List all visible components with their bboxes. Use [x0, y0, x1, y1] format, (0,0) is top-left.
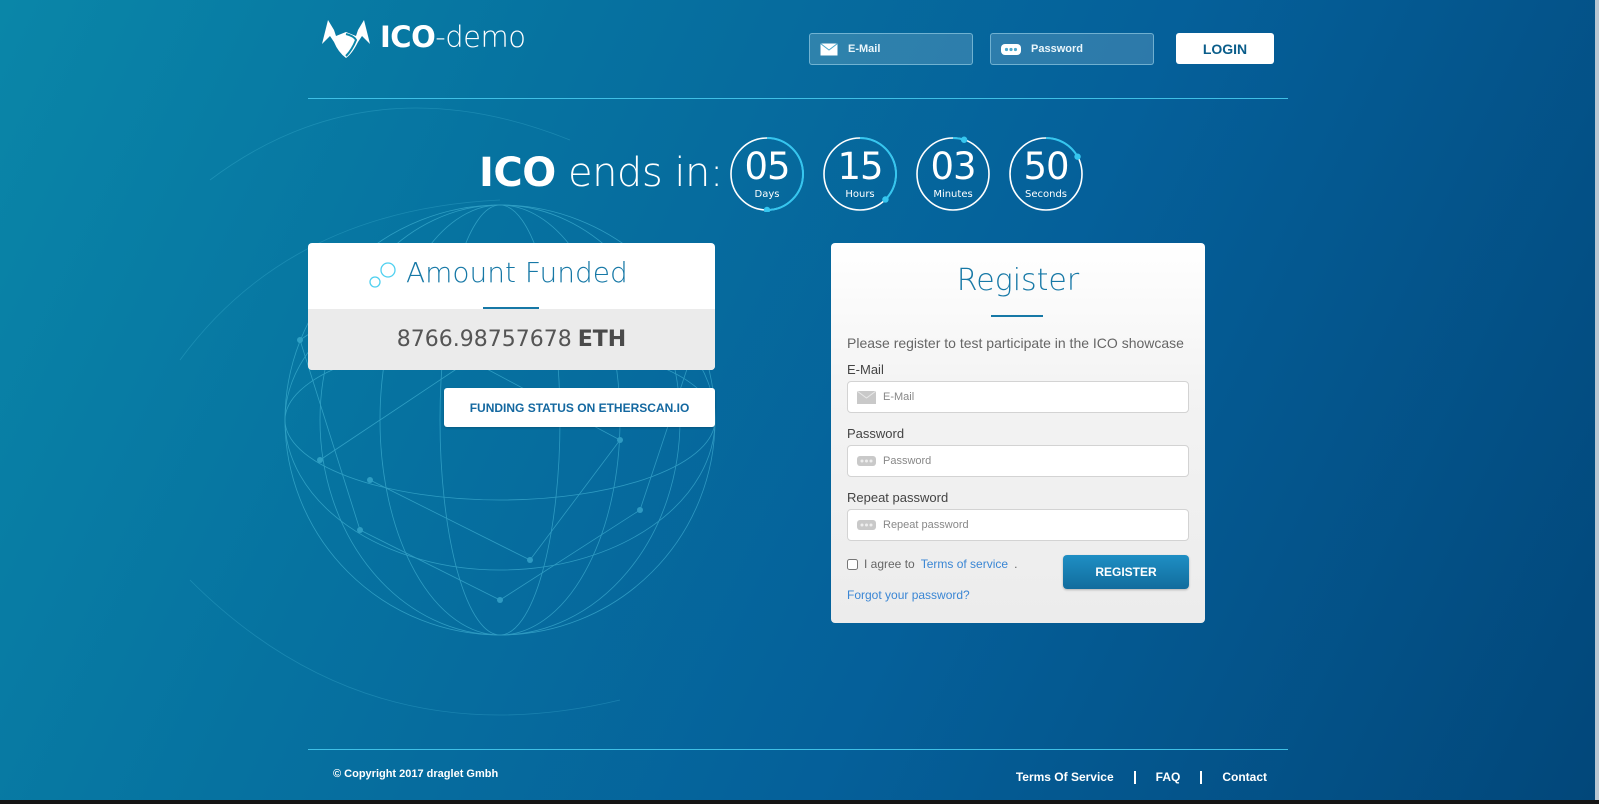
footer-link-terms[interactable]: Terms Of Service	[1016, 770, 1114, 784]
header-password-input[interactable]	[1031, 43, 1141, 55]
register-button[interactable]: REGISTER	[1063, 555, 1189, 589]
countdown-value: 05	[744, 145, 790, 188]
countdown-unit-label: Minutes	[933, 189, 973, 200]
countdown-progress-dot	[960, 136, 968, 143]
footer-separator	[1200, 770, 1203, 784]
countdown-unit-label: Hours	[845, 189, 875, 200]
register-card: Register Please register to test partici…	[831, 243, 1205, 623]
register-repeat-password-input[interactable]	[883, 519, 1173, 531]
amount-funded-card: Amount Funded 8766.98757678 ETH	[308, 243, 715, 370]
etherscan-status-button[interactable]: FUNDING STATUS ON ETHERSCAN.IO	[444, 388, 715, 427]
register-password-field[interactable]	[847, 445, 1189, 477]
footer-link-contact[interactable]: Contact	[1222, 770, 1267, 784]
password-label: Password	[847, 426, 905, 441]
page-background: ICO-demo LOGIN ICO ends in: 05Days15Hour…	[0, 0, 1595, 800]
title-accent-bar	[483, 307, 539, 309]
header-email-input[interactable]	[848, 43, 958, 55]
footer-separator	[1133, 770, 1136, 784]
brand-name: ICO-demo	[380, 20, 526, 54]
register-accent-bar	[991, 315, 1043, 317]
copyright-text: © Copyright 2017 draglet Gmbh	[333, 768, 499, 780]
forgot-password-link[interactable]: Forgot your password?	[847, 588, 970, 602]
header-divider	[308, 98, 1288, 99]
countdown-minutes: 03 Minutes	[915, 136, 991, 212]
login-button[interactable]: LOGIN	[1176, 33, 1274, 64]
repeat-password-label: Repeat password	[847, 490, 949, 505]
register-title: Register	[956, 263, 1080, 298]
footer-links: Terms Of Service FAQ Contact	[1016, 770, 1267, 784]
window-edge	[1595, 0, 1599, 804]
countdown-label: ICO ends in:	[479, 150, 723, 196]
countdown-hours: 15 Hours	[822, 136, 898, 212]
password-dots-icon	[857, 456, 876, 466]
password-dots-icon	[857, 520, 876, 530]
email-label: E-Mail	[847, 362, 884, 377]
register-intro: Please register to test participate in t…	[847, 335, 1184, 351]
register-email-input[interactable]	[883, 391, 1173, 403]
countdown-value: 03	[930, 145, 976, 188]
terms-agreement: I agree to Terms of service .	[847, 557, 1017, 571]
header-password-field[interactable]	[990, 33, 1154, 65]
horned-shield-icon	[322, 20, 370, 58]
countdown-days: 05 Days	[729, 136, 805, 212]
window-bottom-edge	[0, 800, 1599, 804]
agree-suffix: .	[1014, 557, 1018, 571]
agree-text: I agree to	[864, 557, 915, 571]
countdown-value: 15	[837, 145, 883, 188]
register-email-field[interactable]	[847, 381, 1189, 413]
envelope-icon	[820, 42, 838, 55]
amount-currency: ETH	[577, 327, 627, 352]
password-dots-icon	[1001, 43, 1021, 55]
register-password-input[interactable]	[883, 455, 1173, 467]
brand-logo[interactable]: ICO-demo	[318, 14, 526, 60]
countdown-unit-label: Days	[754, 189, 780, 200]
countdown-value: 50	[1023, 145, 1069, 188]
header-email-field[interactable]	[809, 33, 973, 65]
countdown-seconds: 50 Seconds	[1008, 136, 1084, 212]
terms-of-service-link[interactable]: Terms of service	[921, 557, 1008, 571]
terms-checkbox[interactable]	[847, 558, 858, 570]
envelope-icon	[857, 390, 876, 404]
amount-number: 8766.98757678	[396, 327, 572, 352]
footer-divider	[308, 749, 1288, 750]
amount-funded-value: 8766.98757678 ETH	[308, 309, 715, 370]
footer-link-faq[interactable]: FAQ	[1156, 770, 1181, 784]
bubbles-icon	[369, 262, 396, 288]
countdown-progress-dot	[763, 206, 771, 212]
amount-funded-title: Amount Funded	[406, 256, 628, 289]
register-repeat-password-field[interactable]	[847, 509, 1189, 541]
countdown-unit-label: Seconds	[1024, 189, 1067, 200]
